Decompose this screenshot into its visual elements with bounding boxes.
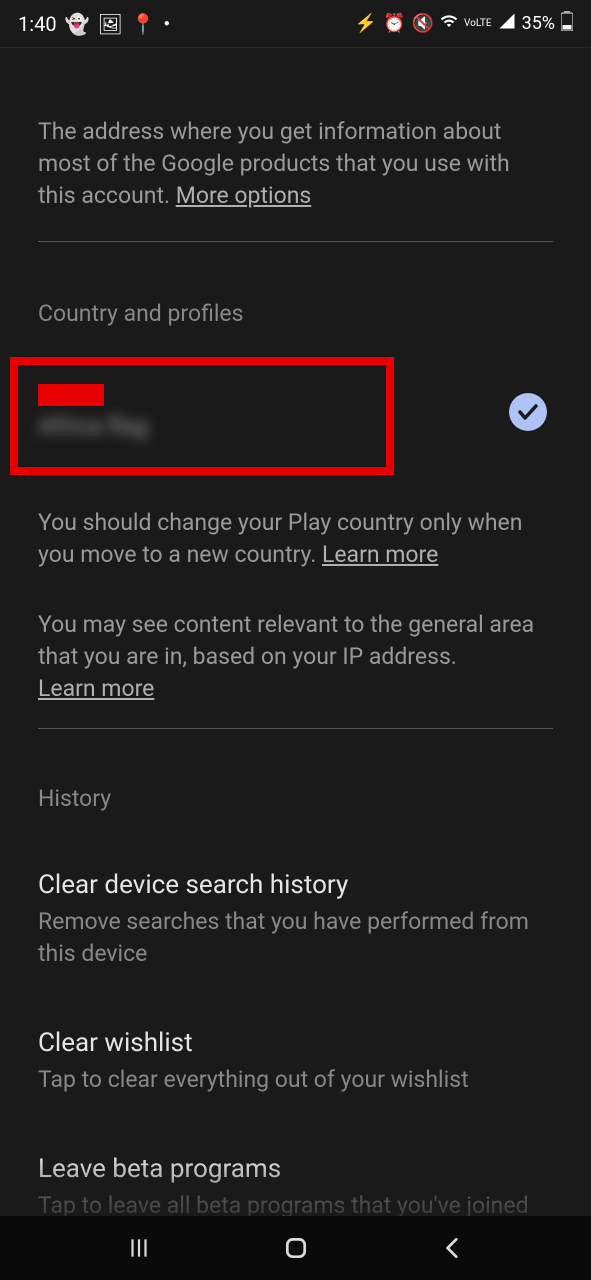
back-button[interactable]	[433, 1228, 473, 1268]
country-profile-row[interactable]: Africa flag	[38, 357, 553, 467]
redacted-country-name	[38, 384, 104, 406]
navigation-bar	[0, 1216, 591, 1280]
selected-check-icon	[509, 393, 547, 431]
country-heading: Country and profiles	[38, 300, 553, 327]
country-change-description: You should change your Play country only…	[38, 507, 553, 571]
item-title: Clear device search history	[38, 870, 553, 900]
battery-percent: 35%	[522, 13, 555, 34]
battery-saver-icon: ⚡	[355, 13, 377, 34]
snapchat-icon: 👻	[65, 12, 90, 36]
item-title: Clear wishlist	[38, 1028, 553, 1058]
leave-beta-item[interactable]: Leave beta programs Tap to leave all bet…	[38, 1154, 553, 1222]
item-title: Leave beta programs	[38, 1154, 553, 1184]
item-subtitle: Tap to clear everything out of your wish…	[38, 1064, 553, 1096]
divider	[38, 728, 553, 729]
status-time: 1:40	[18, 12, 57, 36]
home-button[interactable]	[276, 1228, 316, 1268]
status-left: 1:40 👻 🖼 📍 ●	[18, 12, 170, 36]
gallery-icon: 🖼	[97, 12, 122, 36]
recents-button[interactable]	[119, 1228, 159, 1268]
history-heading: History	[38, 785, 553, 812]
signal-icon	[498, 12, 516, 35]
item-subtitle: Remove searches that you have performed …	[38, 906, 553, 970]
desc1-text: You should change your Play country only…	[38, 509, 522, 568]
location-icon: 📍	[131, 12, 156, 36]
volte-icon: VoLTE	[464, 18, 492, 29]
desc2-text: You may see content relevant to the gene…	[38, 611, 534, 670]
settings-content[interactable]: The address where you get information ab…	[0, 116, 591, 1222]
alarm-icon: ⏰	[383, 13, 405, 34]
clear-search-history-item[interactable]: Clear device search history Remove searc…	[38, 870, 553, 970]
wifi-icon	[440, 12, 458, 35]
divider	[38, 241, 553, 242]
mute-icon: 🔇	[412, 13, 434, 34]
more-options-link[interactable]: More options	[176, 182, 312, 209]
learn-more-country-link[interactable]: Learn more	[322, 541, 438, 568]
clear-wishlist-item[interactable]: Clear wishlist Tap to clear everything o…	[38, 1028, 553, 1096]
dot-icon: ●	[164, 18, 170, 29]
redacted-profile-text: Africa flag	[38, 412, 148, 440]
status-right: ⚡ ⏰ 🔇 VoLTE 35%	[355, 11, 573, 36]
status-bar: 1:40 👻 🖼 📍 ● ⚡ ⏰ 🔇 VoLTE 35%	[0, 0, 591, 48]
ip-content-description: You may see content relevant to the gene…	[38, 609, 553, 706]
learn-more-ip-link[interactable]: Learn more	[38, 675, 154, 702]
address-description: The address where you get information ab…	[38, 116, 553, 213]
battery-icon	[561, 11, 573, 36]
